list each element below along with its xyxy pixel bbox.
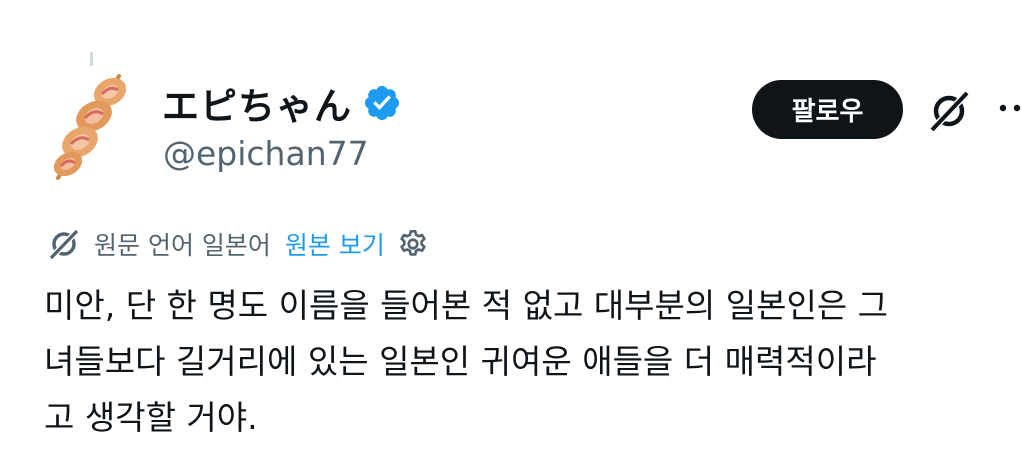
follow-button[interactable]: 팔로우	[752, 80, 903, 139]
post-view: エピちゃん @epichan77 팔로우 원문 언어 일본어 원본 보기 미안,…	[0, 0, 1022, 469]
tweet-text-line: 미안, 단 한 명도 이름을 들어본 적 없고 대부분의 일본인은 그	[44, 286, 889, 325]
more-dots-icon[interactable]	[998, 100, 1022, 116]
show-original-link[interactable]: 원본 보기	[285, 226, 385, 262]
translation-info-row: 원문 언어 일본어 원본 보기	[46, 224, 429, 264]
fried-food-skewer-icon	[53, 74, 127, 180]
author-name-row[interactable]: エピちゃん	[162, 78, 402, 128]
gear-icon[interactable]	[397, 228, 429, 260]
translate-icon	[48, 228, 80, 261]
grok-icon[interactable]	[926, 88, 972, 134]
avatar[interactable]	[44, 70, 136, 182]
tweet-text: 미안, 단 한 명도 이름을 들어본 적 없고 대부분의 일본인은 그 녀들보다…	[44, 278, 1022, 446]
tweet-text-line: 고 생각할 거야.	[44, 398, 258, 437]
author-handle[interactable]: @epichan77	[163, 134, 369, 173]
verified-badge-icon	[364, 85, 400, 121]
author-display-name[interactable]: エピちゃん	[162, 76, 352, 130]
thread-connector-line	[90, 52, 93, 66]
tweet-text-line: 녀들보다 길거리에 있는 일본인 귀여운 애들을 더 매력적이라	[44, 342, 877, 381]
source-language-label: 원문 언어 일본어	[94, 231, 271, 260]
